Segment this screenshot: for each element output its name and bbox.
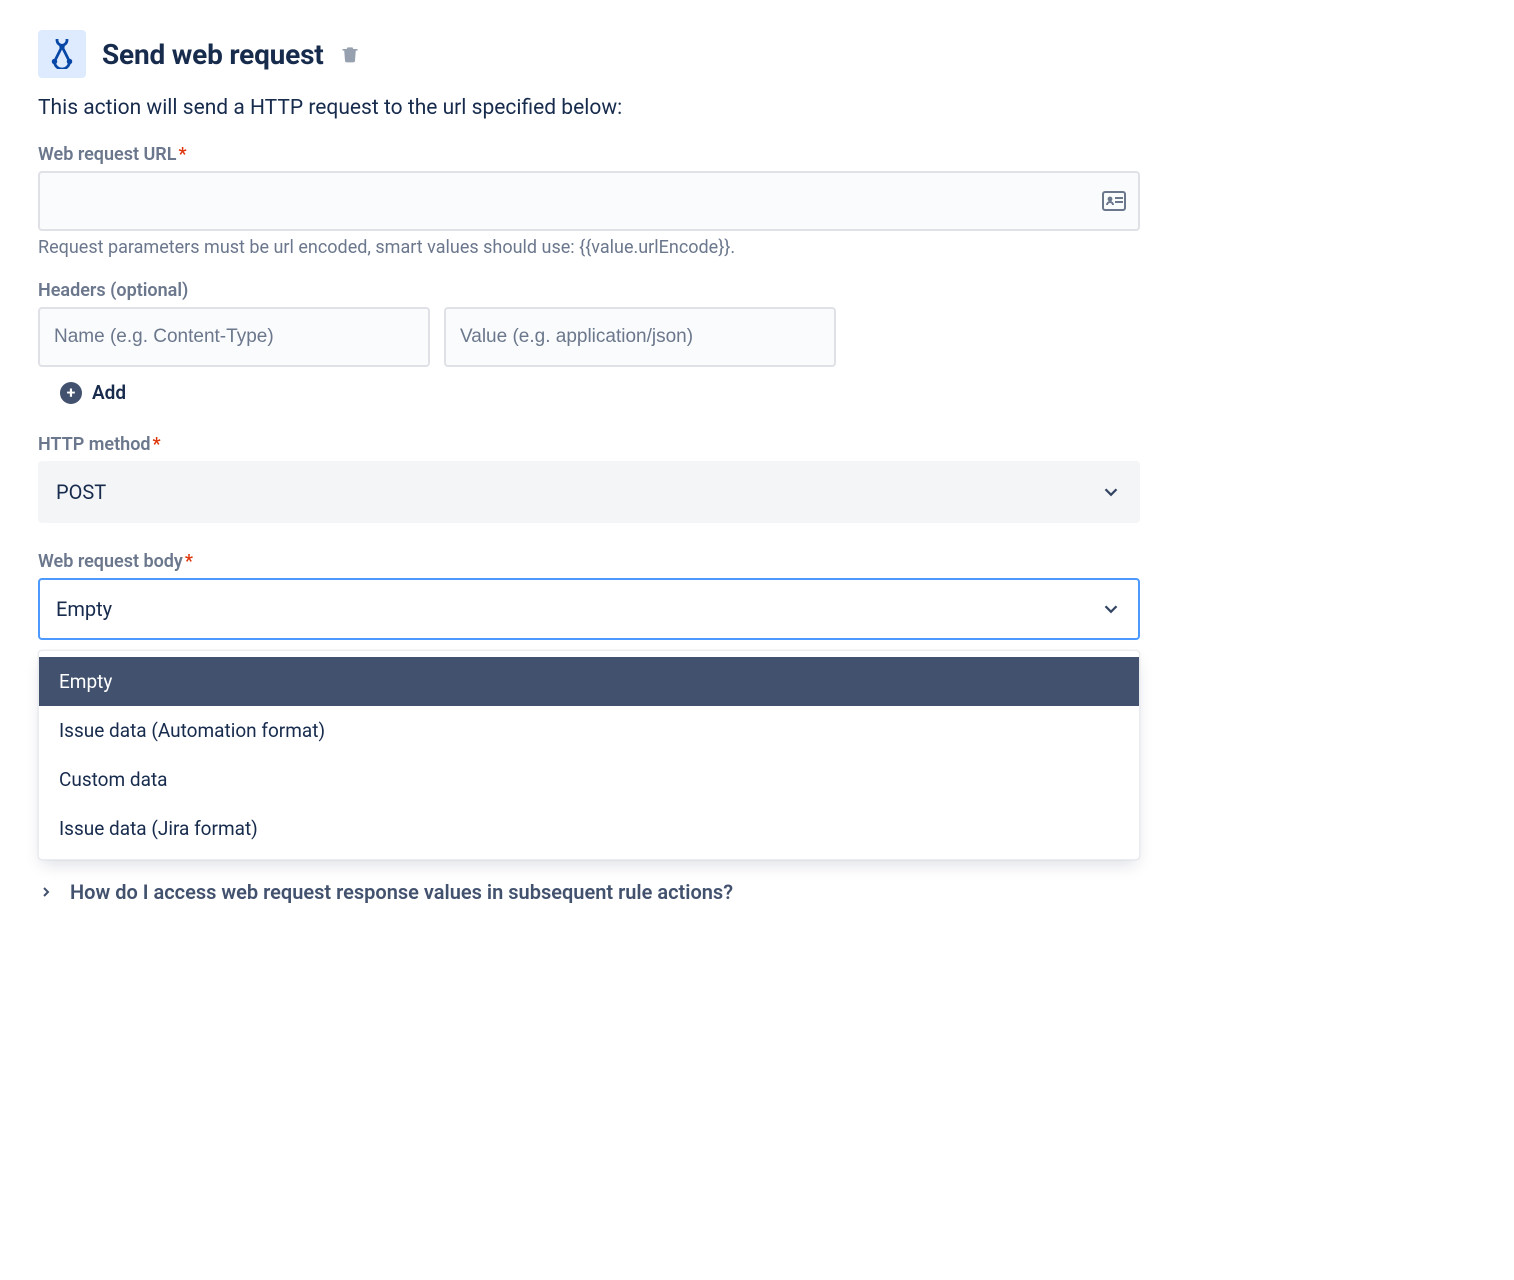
chevron-right-icon xyxy=(38,884,54,900)
http-method-select[interactable]: POST xyxy=(38,461,1140,523)
response-help-expander[interactable]: How do I access web request response val… xyxy=(38,880,1140,904)
dropdown-option[interactable]: Issue data (Jira format) xyxy=(39,804,1139,853)
chevron-down-icon xyxy=(1100,598,1122,620)
url-label: Web request URL* xyxy=(38,144,1140,165)
url-input-wrap xyxy=(38,171,1140,231)
expander-label: How do I access web request response val… xyxy=(70,880,733,904)
plus-icon: + xyxy=(60,382,82,404)
method-label: HTTP method* xyxy=(38,434,1140,455)
required-marker: * xyxy=(185,551,193,572)
dropdown-option[interactable]: Custom data xyxy=(39,755,1139,804)
add-header-button[interactable]: + Add xyxy=(60,381,1140,404)
dropdown-option[interactable]: Issue data (Automation format) xyxy=(39,706,1139,755)
smart-values-icon[interactable] xyxy=(1102,191,1126,211)
dropdown-option[interactable]: Empty xyxy=(39,657,1139,706)
panel-header: Send web request xyxy=(38,30,1140,78)
request-body-dropdown: Empty Issue data (Automation format) Cus… xyxy=(38,650,1140,860)
add-label: Add xyxy=(92,381,126,404)
body-label: Web request body* xyxy=(38,551,1140,572)
chevron-down-icon xyxy=(1100,481,1122,503)
required-marker: * xyxy=(178,144,186,165)
header-value-input[interactable] xyxy=(444,307,836,367)
page-title: Send web request xyxy=(102,38,324,71)
url-helper-text: Request parameters must be url encoded, … xyxy=(38,237,1140,258)
headers-label: Headers (optional) xyxy=(38,280,1140,301)
delete-icon[interactable] xyxy=(340,44,360,64)
request-body-select[interactable]: Empty xyxy=(38,578,1140,640)
required-marker: * xyxy=(153,434,161,455)
webhook-icon xyxy=(38,30,86,78)
header-name-input[interactable] xyxy=(38,307,430,367)
panel-description: This action will send a HTTP request to … xyxy=(38,96,1140,120)
url-input[interactable] xyxy=(38,171,1140,231)
headers-row xyxy=(38,307,1140,367)
request-body-value: Empty xyxy=(56,597,112,621)
http-method-value: POST xyxy=(56,480,106,504)
